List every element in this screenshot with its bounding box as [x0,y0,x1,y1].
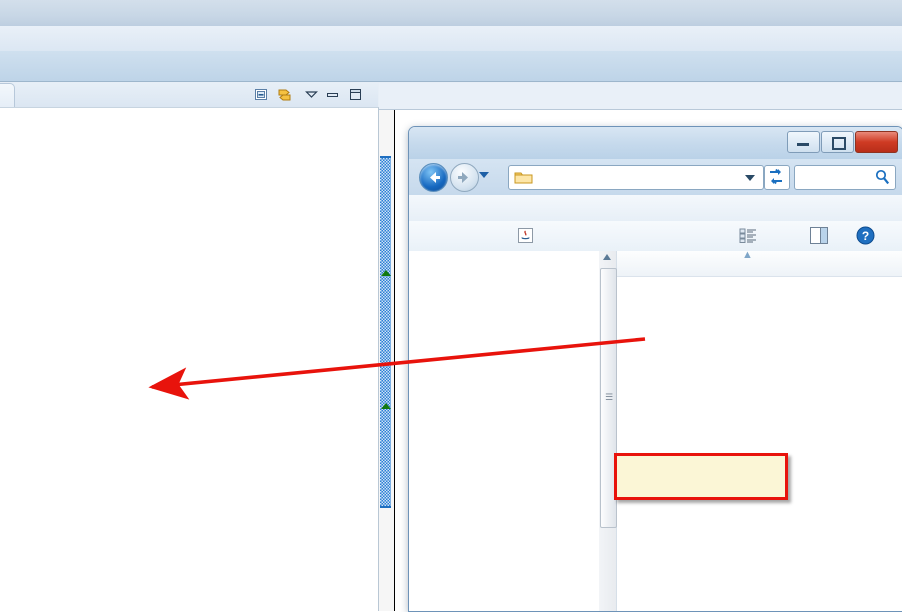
search-icon[interactable] [875,169,890,188]
maximize-icon [832,137,846,150]
eclipse-toolbar [0,51,902,82]
address-bar[interactable] [508,165,764,190]
editor-marker-triangle [381,403,391,409]
editor-marker-triangle [381,270,391,276]
minimize-icon [797,143,809,146]
editor-gutter[interactable] [379,110,395,611]
explorer-body: ☰ ▲ [409,249,902,611]
refresh-button[interactable] [764,165,790,190]
search-box[interactable] [794,165,896,190]
java-icon [517,227,534,247]
back-button[interactable] [419,163,448,192]
svg-text:?: ? [862,229,869,243]
preview-pane-icon[interactable] [809,226,829,248]
maximize-icon[interactable] [347,86,364,103]
minimize-button[interactable] [787,131,820,153]
explorer-toolbar: ? [409,221,902,252]
help-icon[interactable]: ? [856,226,875,248]
eclipse-titlebar [0,0,902,27]
watermark-badge [614,453,788,500]
folder-icon [514,170,533,188]
editor-tabstrip [379,83,902,109]
navigation-pane-scrollbar[interactable]: ☰ [599,251,617,611]
package-explorer-view [0,83,379,611]
explorer-titlebar [409,127,902,159]
windows-explorer-window: ? ☰ ▲ [408,126,902,612]
file-list-header[interactable]: ▲ [617,249,902,277]
view-menu-icon[interactable] [303,86,320,103]
eclipse-menubar [0,26,902,52]
link-with-editor-icon[interactable] [276,86,293,103]
sort-ascending-icon: ▲ [742,249,753,261]
editor-selection-marker [380,156,391,508]
explorer-navigation-bar [409,159,902,195]
view-list-icon[interactable] [739,227,757,247]
collapse-all-icon[interactable] [253,86,270,103]
watermark-text [617,456,785,497]
explorer-navigation-pane[interactable] [409,251,600,611]
maximize-button[interactable] [821,131,854,153]
forward-button[interactable] [450,163,479,192]
history-dropdown-icon[interactable] [479,172,489,178]
package-explorer-tabstrip [0,83,378,111]
close-icon [856,132,897,150]
close-button[interactable] [855,131,898,153]
chevron-down-icon[interactable] [745,175,755,181]
scroll-up-arrow-icon[interactable] [603,254,611,260]
explorer-file-list[interactable]: ▲ [617,249,902,611]
minimize-icon[interactable] [324,86,341,103]
explorer-menubar [409,195,902,222]
package-explorer-tree[interactable] [0,107,379,611]
